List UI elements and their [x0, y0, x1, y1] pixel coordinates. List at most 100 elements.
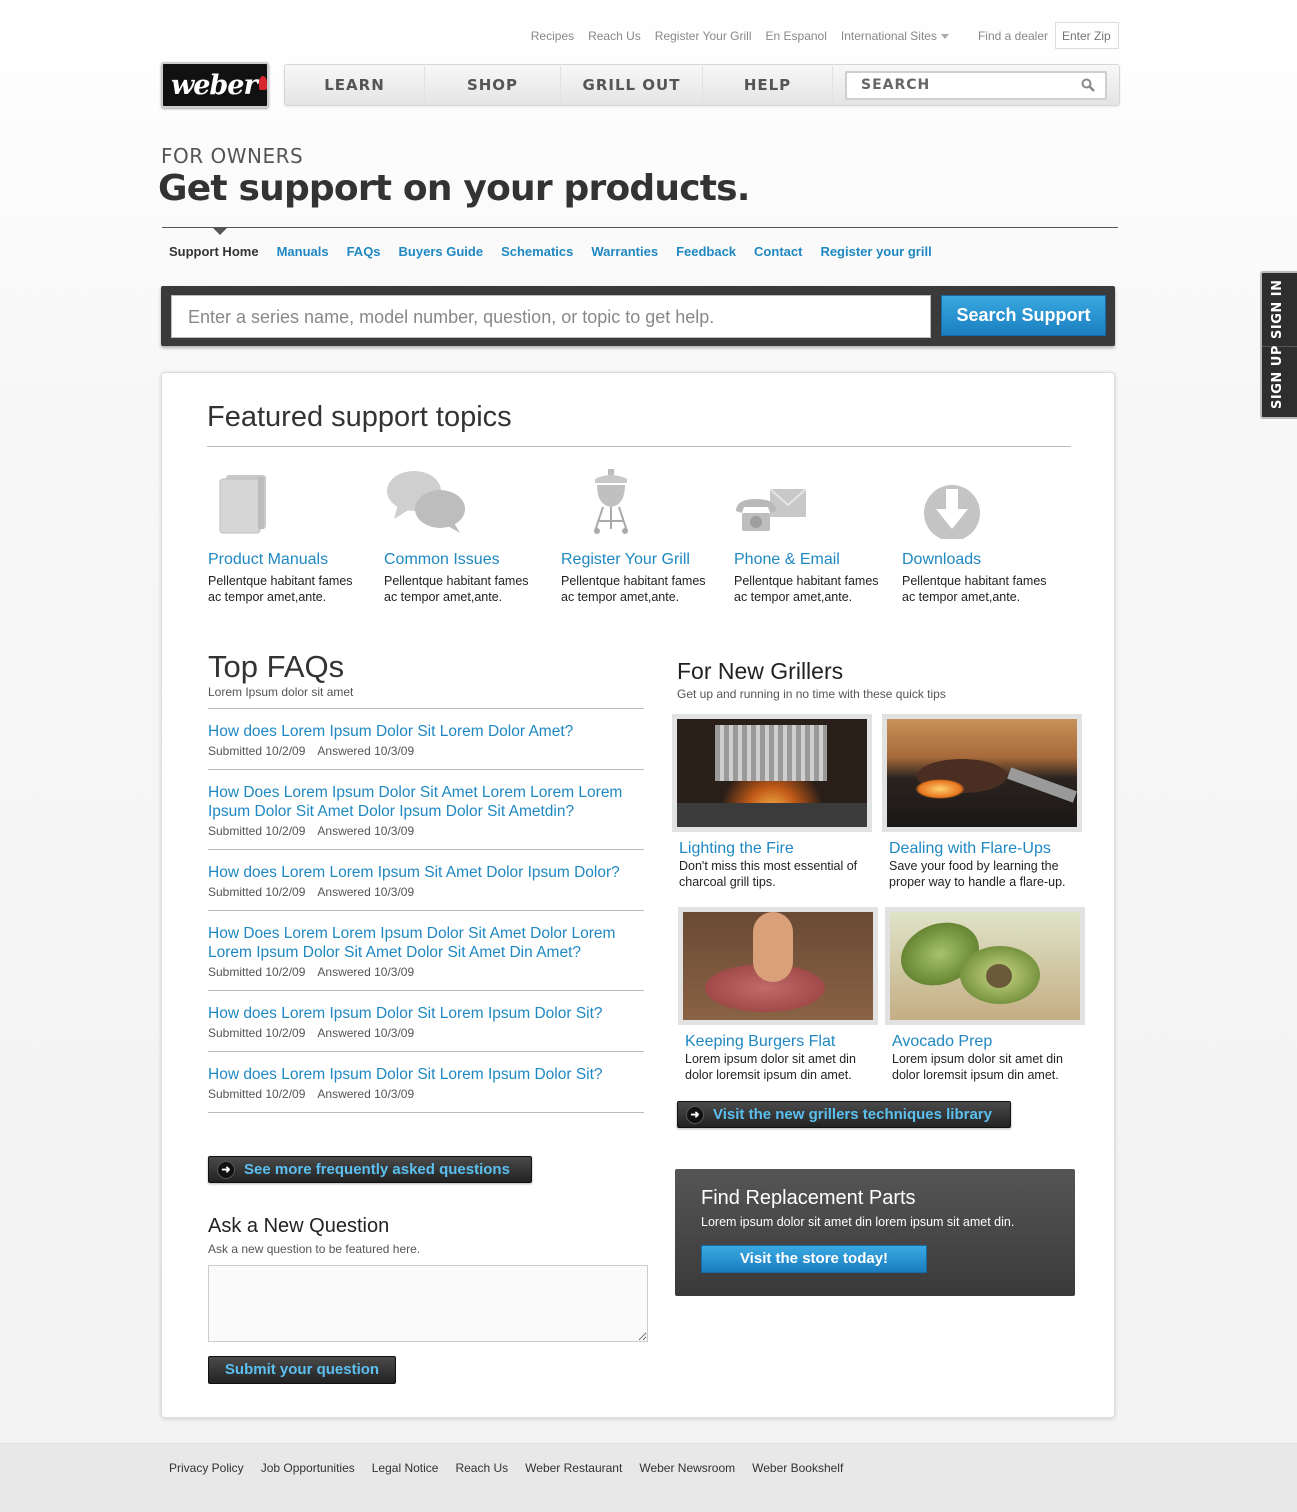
page-title: Get support on your products.: [158, 168, 750, 209]
visit-store-button[interactable]: Visit the store today!: [701, 1245, 927, 1273]
faq-item: How does Lorem Lorem Ipsum Sit Amet Dolo…: [208, 849, 644, 910]
utility-link-register-grill[interactable]: Register Your Grill: [655, 29, 752, 43]
arrow-right-icon: ➜: [686, 1105, 704, 1124]
more-faqs-button[interactable]: ➜ See more frequently asked questions: [208, 1156, 532, 1183]
question-textarea[interactable]: [208, 1265, 648, 1342]
utility-link-en-espanol[interactable]: En Espanol: [766, 29, 827, 43]
tip-title[interactable]: Avocado Prep: [892, 1033, 1085, 1051]
chevron-down-icon: [940, 33, 949, 39]
utility-bar: Recipes Reach Us Register Your Grill En …: [517, 22, 1119, 49]
footer-link-jobs[interactable]: Job Opportunities: [261, 1461, 355, 1475]
submit-question-button[interactable]: Submit your question: [208, 1356, 396, 1384]
manual-icon: [219, 475, 266, 534]
footer-link-legal[interactable]: Legal Notice: [372, 1461, 439, 1475]
subnav-support-home[interactable]: Support Home: [169, 244, 259, 259]
faq-question-link[interactable]: How does Lorem Ipsum Dolor Sit Lorem Dol…: [208, 722, 644, 741]
subnav-register-grill[interactable]: Register your grill: [820, 244, 931, 259]
search-icon[interactable]: [1081, 78, 1095, 92]
weber-logo[interactable]: weber: [161, 62, 269, 108]
tip-photo-frame: [885, 907, 1085, 1025]
tip-photo-frame: [882, 714, 1082, 832]
main-nav: LEARN SHOP GRILL OUT HELP SEARCH: [284, 64, 1120, 106]
griller-library-button[interactable]: ➜ Visit the new grillers techniques libr…: [677, 1101, 1011, 1128]
nav-item-grill-out[interactable]: GRILL OUT: [561, 64, 703, 106]
download-icon: [924, 485, 980, 541]
site-search-input[interactable]: SEARCH: [845, 70, 1107, 100]
subnav-contact[interactable]: Contact: [754, 244, 802, 259]
tip-dealing-with-flare-ups[interactable]: Dealing with Flare-Ups Save your food by…: [882, 714, 1082, 890]
featured-divider: [207, 446, 1071, 447]
international-sites-dropdown[interactable]: International Sites: [841, 29, 949, 43]
subnav-faqs[interactable]: FAQs: [347, 244, 381, 259]
tip-title[interactable]: Keeping Burgers Flat: [685, 1033, 878, 1051]
topic-description: Pellentque habitant fames ac tempor amet…: [902, 574, 1047, 604]
support-search-input[interactable]: Enter a series name, model number, quest…: [171, 295, 931, 338]
faq-answered: Answered 10/3/09: [317, 965, 415, 979]
topic-description: Pellentque habitant fames ac tempor amet…: [384, 574, 529, 604]
faq-submitted: Submitted 10/2/09: [208, 824, 306, 838]
search-support-button[interactable]: Search Support: [941, 295, 1106, 336]
avocado-photo[interactable]: [890, 912, 1080, 1020]
tip-title[interactable]: Lighting the Fire: [679, 840, 872, 858]
topic-title[interactable]: Product Manuals: [208, 551, 368, 569]
topic-title[interactable]: Register Your Grill: [561, 551, 721, 569]
tip-lighting-the-fire[interactable]: Lighting the Fire Don't miss this most e…: [672, 714, 872, 890]
subnav-manuals[interactable]: Manuals: [277, 244, 329, 259]
topic-common-issues[interactable]: Common Issues Pellentque habitant fames …: [384, 467, 544, 605]
tip-description: Don't miss this most essential of charco…: [679, 859, 858, 889]
topic-product-manuals[interactable]: Product Manuals Pellentque habitant fame…: [208, 467, 368, 605]
parts-description: Lorem ipsum dolor sit amet din lorem ips…: [701, 1215, 1015, 1229]
find-dealer-label: Find a dealer: [977, 28, 1048, 43]
topic-title[interactable]: Downloads: [902, 551, 1062, 569]
faq-answered: Answered 10/3/09: [317, 744, 415, 758]
faq-question-link[interactable]: How does Lorem Ipsum Dolor Sit Lorem Ips…: [208, 1065, 644, 1084]
replacement-parts-panel: Find Replacement Parts Lorem ipsum dolor…: [675, 1169, 1075, 1296]
faq-question-link[interactable]: How Does Lorem Ipsum Dolor Sit Amet Lore…: [208, 783, 644, 821]
subnav-feedback[interactable]: Feedback: [676, 244, 736, 259]
arrow-right-icon: ➜: [217, 1160, 235, 1179]
featured-heading: Featured support topics: [207, 401, 512, 433]
nav-item-learn[interactable]: LEARN: [285, 64, 425, 106]
nav-item-shop[interactable]: SHOP: [425, 64, 561, 106]
nav-item-help[interactable]: HELP: [703, 64, 833, 106]
faq-subheading: Lorem Ipsum dolor sit amet: [208, 685, 354, 699]
tip-photo-frame: [672, 714, 872, 832]
topic-title[interactable]: Common Issues: [384, 551, 544, 569]
faq-answered: Answered 10/3/09: [317, 885, 415, 899]
sign-up-tab[interactable]: SIGN UP: [1270, 345, 1285, 409]
footer-link-privacy[interactable]: Privacy Policy: [169, 1461, 244, 1475]
tip-keeping-burgers-flat[interactable]: Keeping Burgers Flat Lorem ipsum dolor s…: [678, 907, 878, 1083]
subnav-warranties[interactable]: Warranties: [591, 244, 658, 259]
topic-title[interactable]: Phone & Email: [734, 551, 894, 569]
subnav-schematics[interactable]: Schematics: [501, 244, 573, 259]
steak-on-grill-photo[interactable]: [887, 719, 1077, 827]
utility-link-reach-us[interactable]: Reach Us: [588, 29, 641, 43]
subnav-buyers-guide[interactable]: Buyers Guide: [399, 244, 484, 259]
tip-title[interactable]: Dealing with Flare-Ups: [889, 840, 1082, 858]
charcoal-chimney-photo[interactable]: [677, 719, 867, 827]
faq-question-link[interactable]: How does Lorem Ipsum Dolor Sit Lorem Ips…: [208, 1004, 644, 1023]
site-search-placeholder: SEARCH: [861, 77, 931, 93]
footer-link-restaurant[interactable]: Weber Restaurant: [525, 1461, 622, 1475]
footer-link-newsroom[interactable]: Weber Newsroom: [639, 1461, 735, 1475]
utility-link-recipes[interactable]: Recipes: [531, 29, 574, 43]
grillers-subheading: Get up and running in no time with these…: [677, 687, 946, 701]
faq-submitted: Submitted 10/2/09: [208, 885, 306, 899]
burger-patty-photo[interactable]: [683, 912, 873, 1020]
sign-in-tab[interactable]: SIGN IN: [1270, 280, 1285, 340]
sign-in-side-tab: SIGN IN SIGN UP: [1260, 271, 1297, 419]
faq-item: How does Lorem Ipsum Dolor Sit Lorem Ips…: [208, 1051, 644, 1112]
tip-avocado-prep[interactable]: Avocado Prep Lorem ipsum dolor sit amet …: [885, 907, 1085, 1083]
faq-answered: Answered 10/3/09: [317, 1026, 415, 1040]
topic-downloads[interactable]: Downloads Pellentque habitant fames ac t…: [902, 467, 1062, 605]
faq-list-divider: [208, 1112, 644, 1113]
topic-description: Pellentque habitant fames ac tempor amet…: [561, 574, 706, 604]
topic-register-grill[interactable]: Register Your Grill Pellentque habitant …: [561, 467, 721, 605]
faq-question-link[interactable]: How Does Lorem Lorem Ipsum Dolor Sit Ame…: [208, 924, 644, 962]
footer-link-bookshelf[interactable]: Weber Bookshelf: [752, 1461, 843, 1475]
faq-question-link[interactable]: How does Lorem Lorem Ipsum Sit Amet Dolo…: [208, 863, 644, 882]
zip-input[interactable]: [1055, 22, 1119, 49]
topic-phone-email[interactable]: Phone & Email Pellentque habitant fames …: [734, 467, 894, 605]
footer-link-reach-us[interactable]: Reach Us: [455, 1461, 508, 1475]
faq-heading: Top FAQs: [208, 649, 345, 684]
